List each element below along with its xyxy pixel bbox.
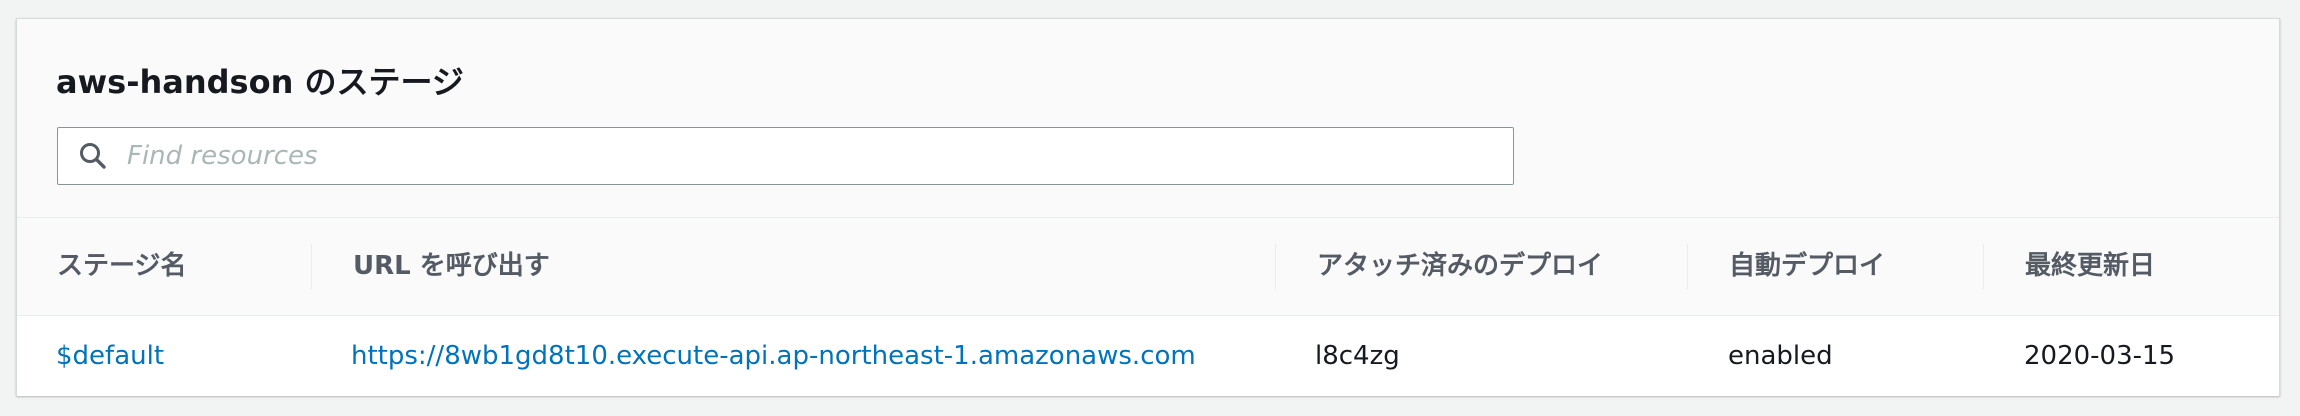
attached-deployment-value: l8c4zg bbox=[1315, 341, 1400, 371]
search-icon bbox=[80, 143, 106, 169]
column-divider[interactable] bbox=[1275, 244, 1276, 290]
search-input[interactable] bbox=[127, 128, 1497, 184]
table-row: $default https://8wb1gd8t10.execute-api.… bbox=[17, 316, 2279, 396]
auto-deploy-value: enabled bbox=[1728, 341, 1833, 371]
column-divider[interactable] bbox=[311, 244, 312, 290]
stage-name-link[interactable]: $default bbox=[56, 316, 164, 396]
panel-header: aws-handson のステージ bbox=[17, 19, 2279, 218]
column-header-last-updated[interactable]: 最終更新日 bbox=[2025, 218, 2155, 315]
column-divider[interactable] bbox=[1687, 244, 1688, 290]
column-divider[interactable] bbox=[1983, 244, 1984, 290]
table-header-row: ステージ名 URL を呼び出す アタッチ済みのデプロイ 自動デプロイ 最終更新日 bbox=[17, 218, 2279, 316]
search-box[interactable] bbox=[57, 127, 1514, 185]
column-header-attached-deployment[interactable]: アタッチ済みのデプロイ bbox=[1317, 218, 1603, 315]
stages-panel: aws-handson のステージ ステージ名 URL を呼び出す アタッチ済み… bbox=[16, 18, 2280, 396]
column-header-invoke-url[interactable]: URL を呼び出す bbox=[353, 218, 550, 315]
column-header-auto-deploy[interactable]: 自動デプロイ bbox=[1729, 218, 1885, 315]
invoke-url-link[interactable]: https://8wb1gd8t10.execute-api.ap-northe… bbox=[351, 316, 1196, 396]
page-title: aws-handson のステージ bbox=[56, 63, 464, 101]
last-updated-value: 2020-03-15 bbox=[2024, 341, 2176, 371]
column-header-stage-name[interactable]: ステージ名 bbox=[57, 218, 186, 315]
